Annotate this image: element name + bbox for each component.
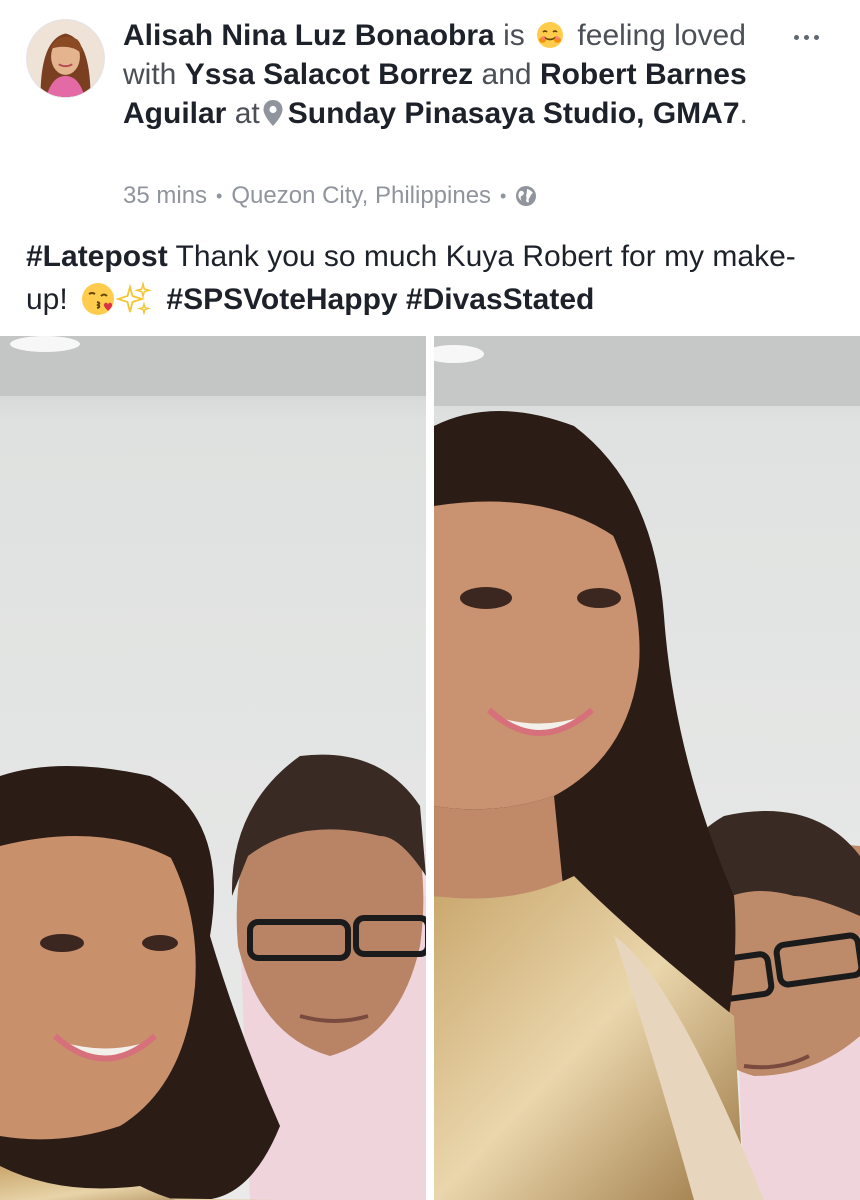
feeling-text: feeling — [577, 19, 666, 52]
selfie-photo-2[interactable] — [434, 336, 860, 1200]
hashtag-latepost-link[interactable]: #Latepost — [26, 240, 168, 273]
post-caption: #Latepost Thank you so much Kuya Robert … — [26, 235, 826, 321]
smiling-hugging-face-icon — [535, 20, 565, 50]
at-text: at — [234, 97, 260, 130]
post-place[interactable]: Quezon City, Philippines — [231, 180, 491, 212]
hashtag-divasstated-link[interactable]: #DivasStated — [406, 283, 594, 316]
author-avatar[interactable] — [26, 19, 105, 98]
more-options-button[interactable] — [784, 22, 828, 52]
and-text: and — [481, 58, 532, 91]
hashtag-spsvotehappy-link[interactable]: #SPSVoteHappy — [166, 283, 397, 316]
avatar-image — [27, 20, 104, 97]
photo-image — [0, 336, 426, 1200]
is-text: is — [503, 19, 525, 52]
more-horizontal-icon-dot — [793, 34, 799, 40]
tagged-friend-1-link[interactable]: Yssa Salacot Borrez — [185, 58, 473, 91]
post-timestamp[interactable]: 35 mins — [123, 180, 207, 212]
post-meta: 35 mins • Quezon City, Philippines • — [123, 180, 537, 212]
sparkles-icon — [116, 281, 152, 317]
kissing-face-icon — [80, 281, 116, 317]
photo-image — [434, 336, 860, 1200]
selfie-photo-1[interactable] — [0, 336, 426, 1200]
author-name-link[interactable]: Alisah Nina Luz Bonaobra — [123, 19, 495, 52]
map-pin-icon — [262, 99, 284, 127]
meta-separator: • — [216, 186, 223, 206]
post-header: Alisah Nina Luz Bonaobra is feeling love… — [0, 0, 860, 225]
headline-period: . — [739, 97, 748, 130]
meta-separator: • — [500, 186, 507, 206]
globe-icon[interactable] — [515, 185, 537, 207]
location-link[interactable]: Sunday Pinasaya Studio, GMA7 — [288, 97, 740, 130]
more-horizontal-icon-dot — [803, 34, 809, 40]
more-horizontal-icon-dot — [813, 34, 819, 40]
post-card: Alisah Nina Luz Bonaobra is feeling love… — [0, 0, 860, 1200]
post-headline: Alisah Nina Luz Bonaobra is feeling love… — [123, 16, 763, 133]
